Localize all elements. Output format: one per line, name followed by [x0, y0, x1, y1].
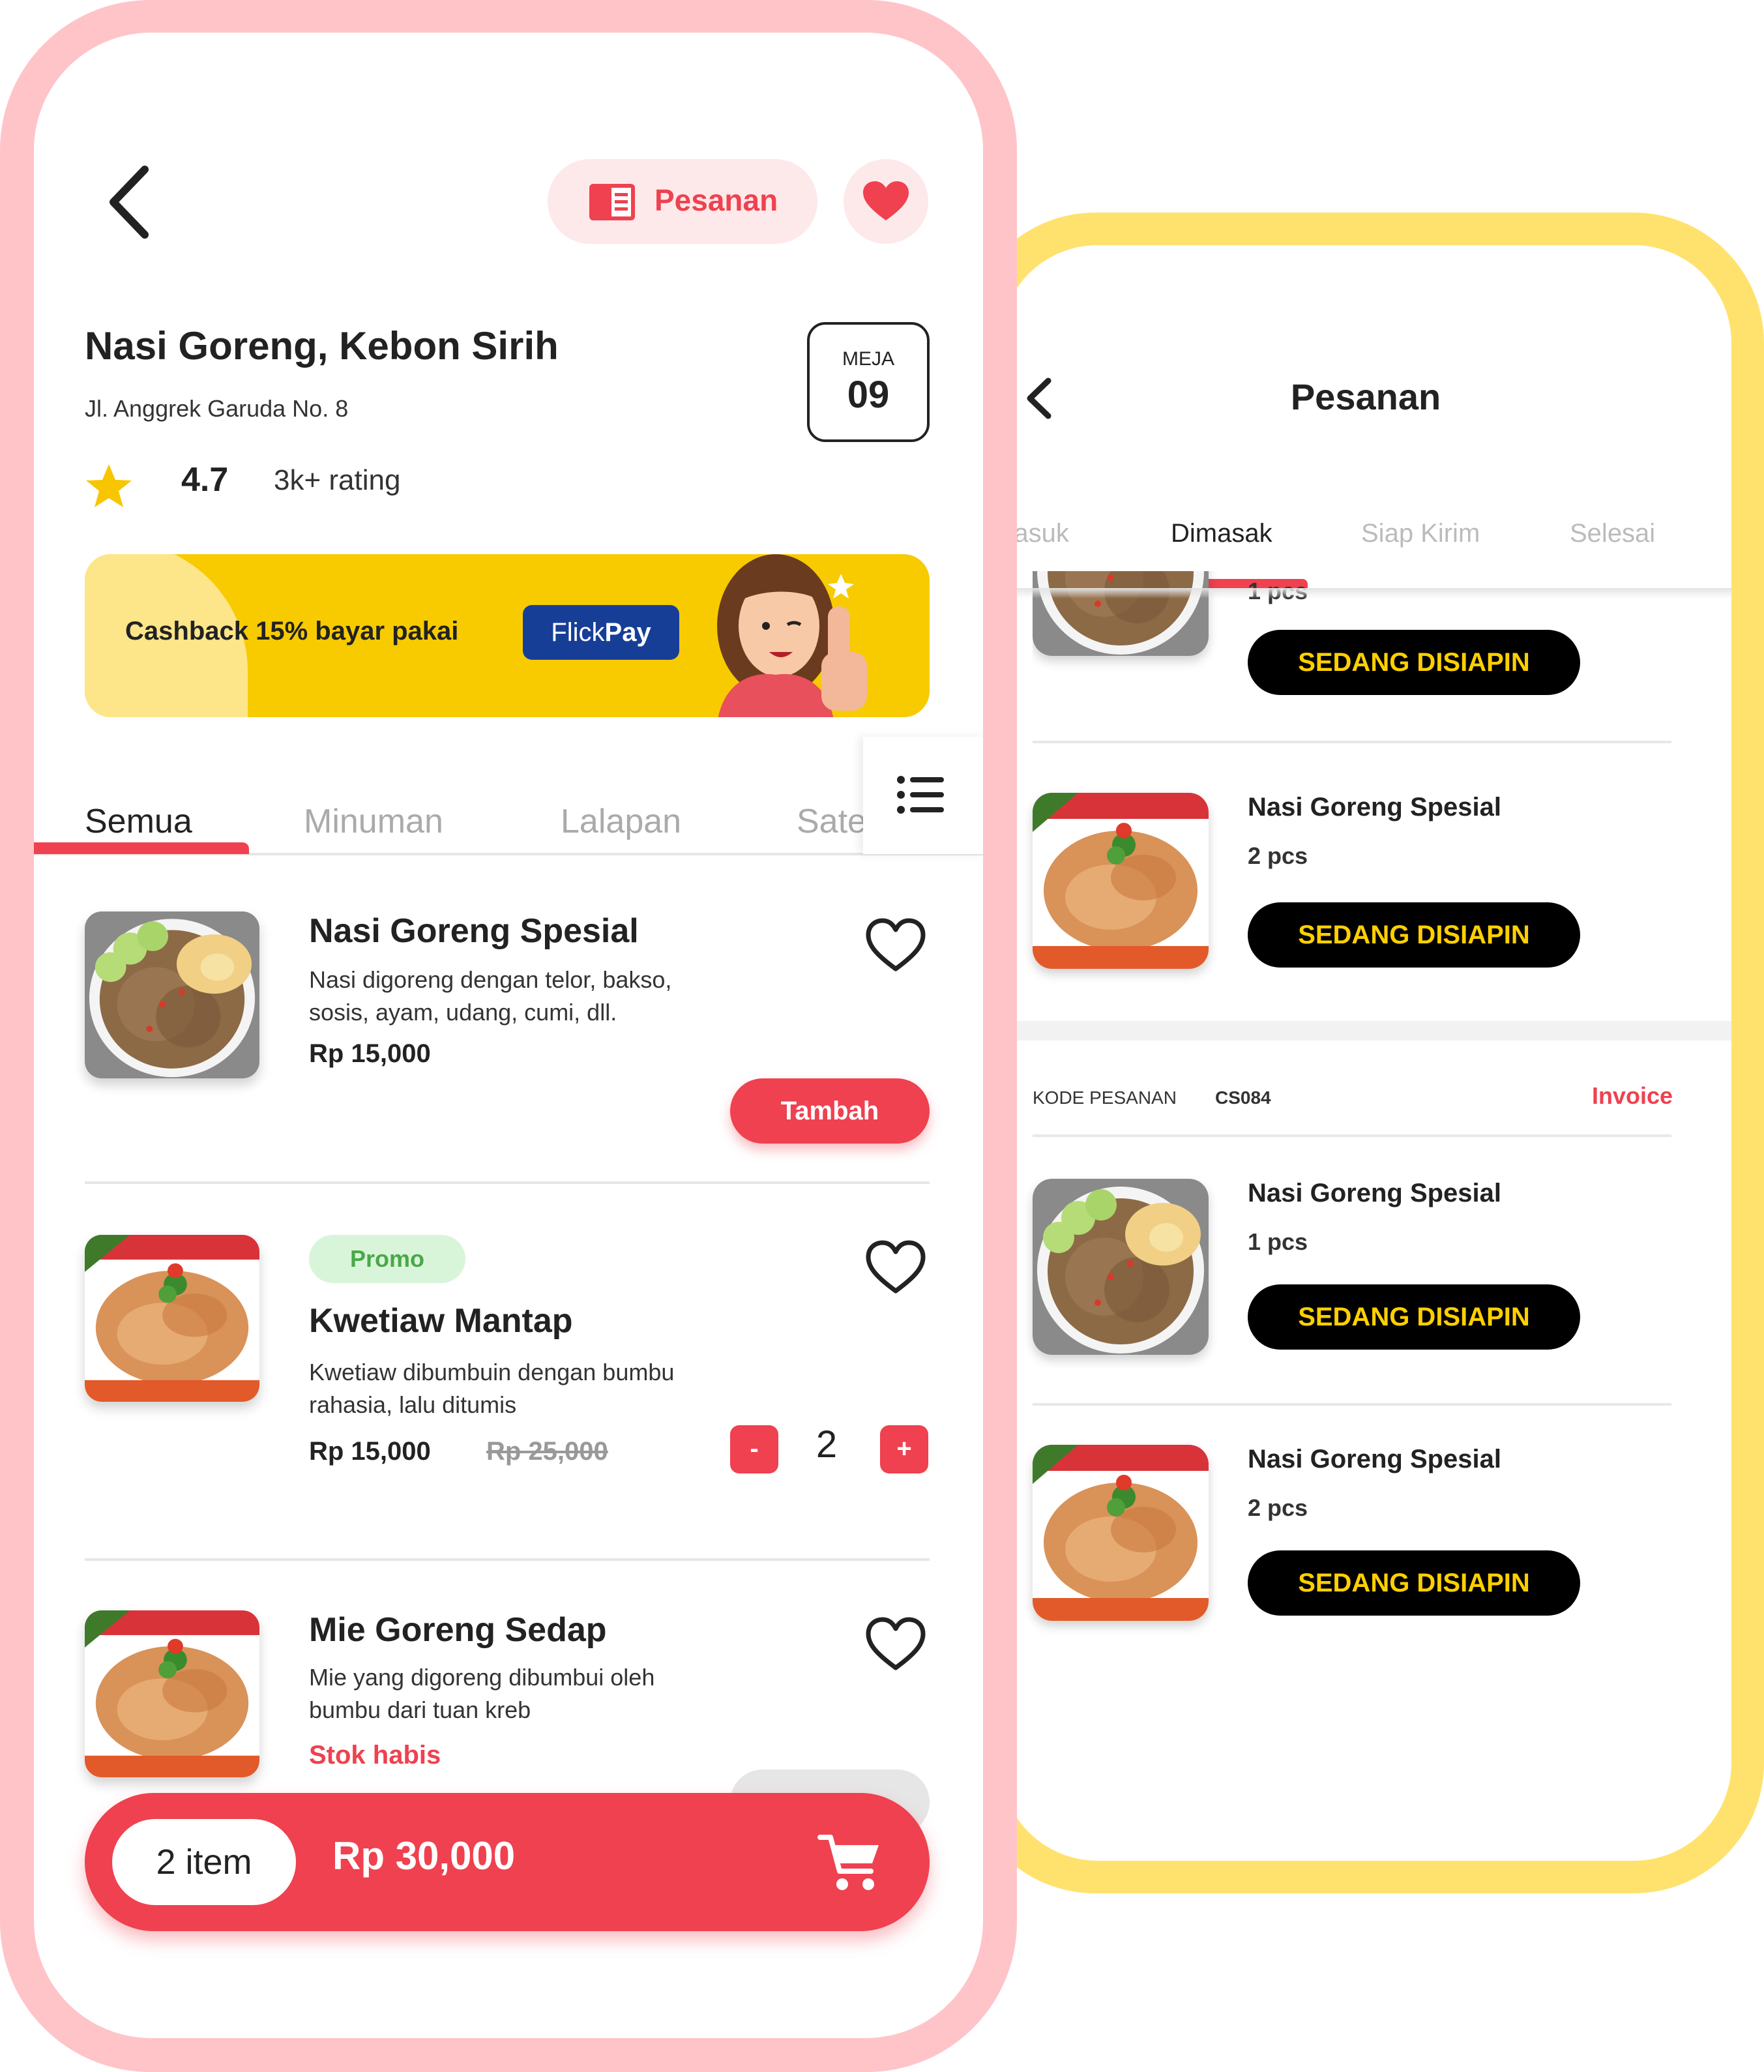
page-title: Pesanan	[1290, 376, 1441, 417]
order-code-label: KODE PESANAN	[1033, 1088, 1177, 1108]
banner-text: Cashback 15% bayar pakai	[125, 617, 459, 645]
cart-icon	[817, 1835, 879, 1890]
order-screen: Pesanan Masuk Dimasak Siap Kirim Selesai…	[1000, 245, 1731, 1861]
food-image	[85, 1235, 259, 1402]
decrease-qty-button[interactable]: -	[730, 1425, 778, 1473]
restaurant-address: Jl. Anggrek Garuda No. 8	[85, 395, 349, 422]
menu-item: Mie Goreng Sedap Mie yang digoreng dibum…	[85, 1610, 930, 1835]
tab-selesai[interactable]: Selesai	[1570, 519, 1655, 548]
order-item-name: Nasi Goreng Spesial	[1248, 1179, 1502, 1207]
order-item: Nasi Goreng Spesial 1 pcs SEDANG DISIAPI…	[1033, 1179, 1684, 1374]
food-image	[85, 1610, 259, 1777]
table-label: MEJA	[842, 348, 894, 370]
pay-brand-a: Flick	[551, 618, 605, 647]
menu-item-desc: Kwetiaw dibumbuin dengan bumbu rahasia, …	[309, 1359, 675, 1418]
category-filter-button[interactable]	[863, 737, 983, 854]
qty-value: 2	[816, 1423, 838, 1466]
pay-brand-badge: FlickPay	[523, 605, 679, 660]
category-tabs: Semua Minuman Lalapan Sate	[34, 750, 983, 854]
star-icon	[86, 464, 132, 507]
food-image	[1033, 1179, 1209, 1355]
order-item: Nasi Goreng Spesial 2 pcs SEDANG DISIAPI…	[1033, 1445, 1684, 1640]
order-button-label: Pesanan	[654, 183, 778, 217]
status-button[interactable]: SEDANG DISIAPIN	[1248, 630, 1580, 695]
out-of-stock-label: Stok habis	[309, 1741, 441, 1769]
tab-dimasak[interactable]: Dimasak	[1171, 519, 1272, 548]
tab-sate[interactable]: Sate	[797, 802, 866, 841]
tab-semua[interactable]: Semua	[85, 802, 192, 841]
rating-value: 4.7	[181, 461, 229, 499]
invoice-link[interactable]: Invoice	[1592, 1082, 1673, 1110]
heart-icon	[863, 181, 909, 220]
restaurant-name: Nasi Goreng, Kebon Sirih	[85, 324, 559, 368]
active-tab-indicator	[34, 842, 249, 854]
menu-item-desc: Mie yang digoreng dibumbui oleh bumbu da…	[309, 1664, 655, 1723]
order-code: CS084	[1215, 1088, 1271, 1108]
divider	[1033, 1134, 1671, 1137]
heart-icon[interactable]	[863, 1237, 928, 1296]
menu-item-name: Kwetiaw Mantap	[309, 1302, 573, 1340]
cart-total: Rp 30,000	[332, 1834, 516, 1878]
rating-count: 3k+ rating	[274, 464, 401, 496]
order-item: Nasi Goreng Spesial 2 pcs SEDANG DISIAPI…	[1033, 793, 1684, 988]
divider	[1033, 741, 1671, 743]
filter-list-icon	[897, 776, 944, 814]
menu-item: Promo Kwetiaw Mantap Kwetiaw dibumbuin d…	[85, 1235, 930, 1496]
food-image	[1033, 1445, 1209, 1621]
add-button[interactable]: Tambah	[730, 1078, 930, 1144]
favorite-button[interactable]	[844, 159, 928, 244]
menu-item: Nasi Goreng Spesial Nasi digoreng dengan…	[85, 911, 930, 1185]
order-list-icon	[589, 184, 635, 220]
order-item-name: Nasi Goreng Spesial	[1248, 1445, 1502, 1473]
mascot-illustration	[717, 554, 867, 717]
section-separator	[1000, 1021, 1731, 1041]
food-image	[1033, 793, 1209, 969]
tab-lalapan[interactable]: Lalapan	[561, 802, 681, 841]
cart-bar[interactable]: 2 item Rp 30,000	[85, 1793, 930, 1931]
status-button[interactable]: SEDANG DISIAPIN	[1248, 902, 1580, 968]
order-item-qty: 1 pcs	[1248, 1228, 1308, 1255]
cashback-banner[interactable]: Cashback 15% bayar pakai FlickPay	[85, 554, 930, 717]
order-item-qty: 2 pcs	[1248, 1494, 1308, 1521]
menu-item-old-price: Rp 25,000	[486, 1437, 608, 1466]
food-image	[1033, 571, 1209, 656]
increase-qty-button[interactable]: +	[880, 1425, 928, 1473]
order-item-qty: 2 pcs	[1248, 842, 1308, 869]
order-button[interactable]: Pesanan	[548, 159, 817, 244]
tab-minuman[interactable]: Minuman	[304, 802, 443, 841]
menu-item-desc: Nasi digoreng dengan telor, bakso, sosis…	[309, 966, 672, 1026]
back-arrow-icon[interactable]	[99, 163, 164, 241]
order-item-name: Nasi Goreng Spesial	[1248, 793, 1502, 821]
food-image	[85, 911, 259, 1078]
promo-badge: Promo	[309, 1235, 465, 1283]
cart-item-count: 2 item	[112, 1819, 296, 1905]
divider	[85, 1181, 930, 1184]
menu-item-price: Rp 15,000	[309, 1039, 431, 1068]
tabs-shadow	[1000, 588, 1731, 599]
status-button[interactable]: SEDANG DISIAPIN	[1248, 1284, 1580, 1350]
heart-icon[interactable]	[863, 915, 928, 974]
menu-item-name: Mie Goreng Sedap	[309, 1611, 607, 1649]
table-number: 09	[847, 374, 890, 416]
menu-screen: Pesanan Nasi Goreng, Kebon Sirih Jl. Ang…	[34, 33, 983, 2038]
heart-icon[interactable]	[863, 1614, 928, 1673]
divider	[1033, 1403, 1671, 1406]
pay-brand-b: Pay	[604, 618, 651, 647]
table-badge: MEJA 09	[807, 322, 930, 442]
tab-siap-kirim[interactable]: Siap Kirim	[1361, 519, 1480, 548]
status-button[interactable]: SEDANG DISIAPIN	[1248, 1550, 1580, 1616]
menu-item-name: Nasi Goreng Spesial	[309, 912, 639, 950]
menu-item-price: Rp 15,000	[309, 1437, 431, 1466]
divider	[85, 1558, 930, 1561]
